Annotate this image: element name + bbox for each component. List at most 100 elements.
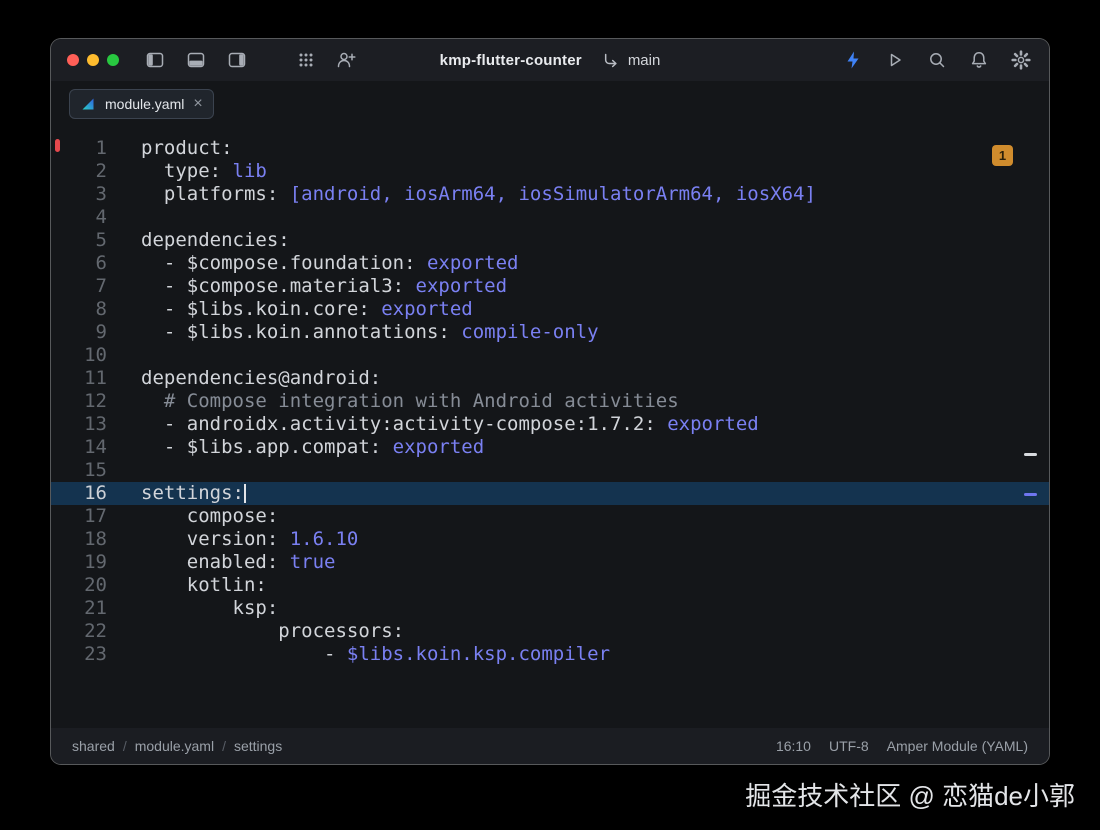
editor[interactable]: 1 product: 2 type: lib 3 platforms: [androi…: [51, 127, 1049, 728]
panel-toggles: [143, 48, 358, 72]
change-marker: [55, 139, 60, 152]
breadcrumb-item-file[interactable]: module.yaml: [135, 738, 214, 754]
zoom-button[interactable]: [107, 54, 119, 66]
code-token: [android, iosArm64, iosSimulatorArm64, i…: [289, 183, 816, 205]
bottom-panel-toggle-icon[interactable]: [184, 48, 208, 72]
run-icon[interactable]: [883, 48, 907, 72]
problems-badge[interactable]: 1: [992, 145, 1013, 166]
tab-label: module.yaml: [105, 96, 185, 112]
smart-mode-bolt-icon[interactable]: [841, 48, 865, 72]
tab-close-icon[interactable]: ×: [192, 96, 203, 112]
line-number[interactable]: 19: [51, 551, 107, 574]
titlebar-actions: [841, 48, 1033, 72]
line-text: kotlin:: [107, 574, 267, 597]
language-mode-selector[interactable]: Amper Module (YAML): [887, 738, 1028, 754]
code-lines: 1 product: 2 type: lib 3 platforms: [androi…: [51, 137, 1049, 666]
line-number[interactable]: 8: [51, 298, 107, 321]
code-line[interactable]: 16 settings:: [51, 482, 1049, 505]
line-text: version: 1.6.10: [107, 528, 359, 551]
code-line[interactable]: 22 processors:: [51, 620, 1049, 643]
line-number[interactable]: 15: [51, 459, 107, 482]
code-line[interactable]: 11 dependencies@android:: [51, 367, 1049, 390]
close-button[interactable]: [67, 54, 79, 66]
code-line[interactable]: 8 - $libs.koin.core: exported: [51, 298, 1049, 321]
line-number[interactable]: 12: [51, 390, 107, 413]
code-line[interactable]: 13 - androidx.activity:activity-compose:…: [51, 413, 1049, 436]
code-line[interactable]: 9 - $libs.koin.annotations: compile-only: [51, 321, 1049, 344]
code-token: - $libs.koin.core:: [141, 298, 382, 320]
line-number[interactable]: 6: [51, 252, 107, 275]
code-token: - $compose.foundation:: [141, 252, 427, 274]
line-text: settings:: [107, 482, 246, 505]
code-line[interactable]: 17 compose:: [51, 505, 1049, 528]
line-number[interactable]: 14: [51, 436, 107, 459]
line-number[interactable]: 23: [51, 643, 107, 666]
line-number[interactable]: 4: [51, 206, 107, 229]
line-number[interactable]: 2: [51, 160, 107, 183]
code-line[interactable]: 14 - $libs.app.compat: exported: [51, 436, 1049, 459]
line-number[interactable]: 16: [51, 482, 107, 505]
code-line[interactable]: 12 # Compose integration with Android ac…: [51, 390, 1049, 413]
code-token: dependencies:: [141, 229, 290, 251]
line-text: - androidx.activity:activity-compose:1.7…: [107, 413, 759, 436]
add-collaborator-icon[interactable]: [334, 48, 358, 72]
window-controls: [67, 54, 119, 66]
code-line[interactable]: 4: [51, 206, 1049, 229]
fleet-window: kmp-flutter-counter main module.yaml × 1…: [50, 38, 1050, 765]
line-text: [107, 344, 141, 367]
notifications-bell-icon[interactable]: [967, 48, 991, 72]
code-token: - $libs.koin.annotations:: [141, 321, 462, 343]
code-token: ksp:: [141, 597, 279, 619]
code-line[interactable]: 6 - $compose.foundation: exported: [51, 252, 1049, 275]
right-panel-toggle-icon[interactable]: [225, 48, 249, 72]
code-line[interactable]: 15: [51, 459, 1049, 482]
line-number[interactable]: 9: [51, 321, 107, 344]
code-line[interactable]: 21 ksp:: [51, 597, 1049, 620]
line-number[interactable]: 5: [51, 229, 107, 252]
line-number[interactable]: 10: [51, 344, 107, 367]
line-text: - $compose.material3: exported: [107, 275, 507, 298]
line-text: - $libs.koin.core: exported: [107, 298, 473, 321]
code-token: # Compose integration with Android activ…: [141, 390, 679, 412]
code-line[interactable]: 10: [51, 344, 1049, 367]
line-number[interactable]: 13: [51, 413, 107, 436]
line-number[interactable]: 7: [51, 275, 107, 298]
line-text: platforms: [android, iosArm64, iosSimula…: [107, 183, 816, 206]
code-line[interactable]: 3 platforms: [android, iosArm64, iosSimu…: [51, 183, 1049, 206]
tab-module-yaml[interactable]: module.yaml ×: [69, 89, 214, 119]
code-line[interactable]: 1 product:: [51, 137, 1049, 160]
breadcrumb-item-section[interactable]: settings: [234, 738, 282, 754]
line-number[interactable]: 22: [51, 620, 107, 643]
workspace-grid-icon[interactable]: [295, 49, 317, 71]
scrollbar-caret-mark[interactable]: [1024, 493, 1037, 496]
line-number[interactable]: 21: [51, 597, 107, 620]
titlebar: kmp-flutter-counter main: [51, 39, 1049, 81]
project-widget[interactable]: kmp-flutter-counter main: [440, 39, 661, 81]
line-number[interactable]: 3: [51, 183, 107, 206]
line-number[interactable]: 20: [51, 574, 107, 597]
minimize-button[interactable]: [87, 54, 99, 66]
settings-gear-icon[interactable]: [1009, 48, 1033, 72]
encoding-selector[interactable]: UTF-8: [829, 738, 869, 754]
search-icon[interactable]: [925, 48, 949, 72]
code-line[interactable]: 20 kotlin:: [51, 574, 1049, 597]
code-line[interactable]: 19 enabled: true: [51, 551, 1049, 574]
code-token: product:: [141, 137, 233, 159]
breadcrumb-item-shared[interactable]: shared: [72, 738, 115, 754]
left-panel-toggle-icon[interactable]: [143, 48, 167, 72]
code-line[interactable]: 23 - $libs.koin.ksp.compiler: [51, 643, 1049, 666]
scrollbar-mark[interactable]: [1024, 453, 1037, 456]
line-text: compose:: [107, 505, 279, 528]
vcs-branch-widget[interactable]: main: [600, 49, 660, 71]
code-line[interactable]: 18 version: 1.6.10: [51, 528, 1049, 551]
code-token: exported: [426, 252, 519, 274]
line-text: [107, 206, 141, 229]
line-number[interactable]: 17: [51, 505, 107, 528]
line-number[interactable]: 11: [51, 367, 107, 390]
line-number[interactable]: 18: [51, 528, 107, 551]
line-text: [107, 459, 141, 482]
code-line[interactable]: 5 dependencies:: [51, 229, 1049, 252]
code-line[interactable]: 2 type: lib: [51, 160, 1049, 183]
code-line[interactable]: 7 - $compose.material3: exported: [51, 275, 1049, 298]
code-token: compile-only: [461, 321, 599, 343]
